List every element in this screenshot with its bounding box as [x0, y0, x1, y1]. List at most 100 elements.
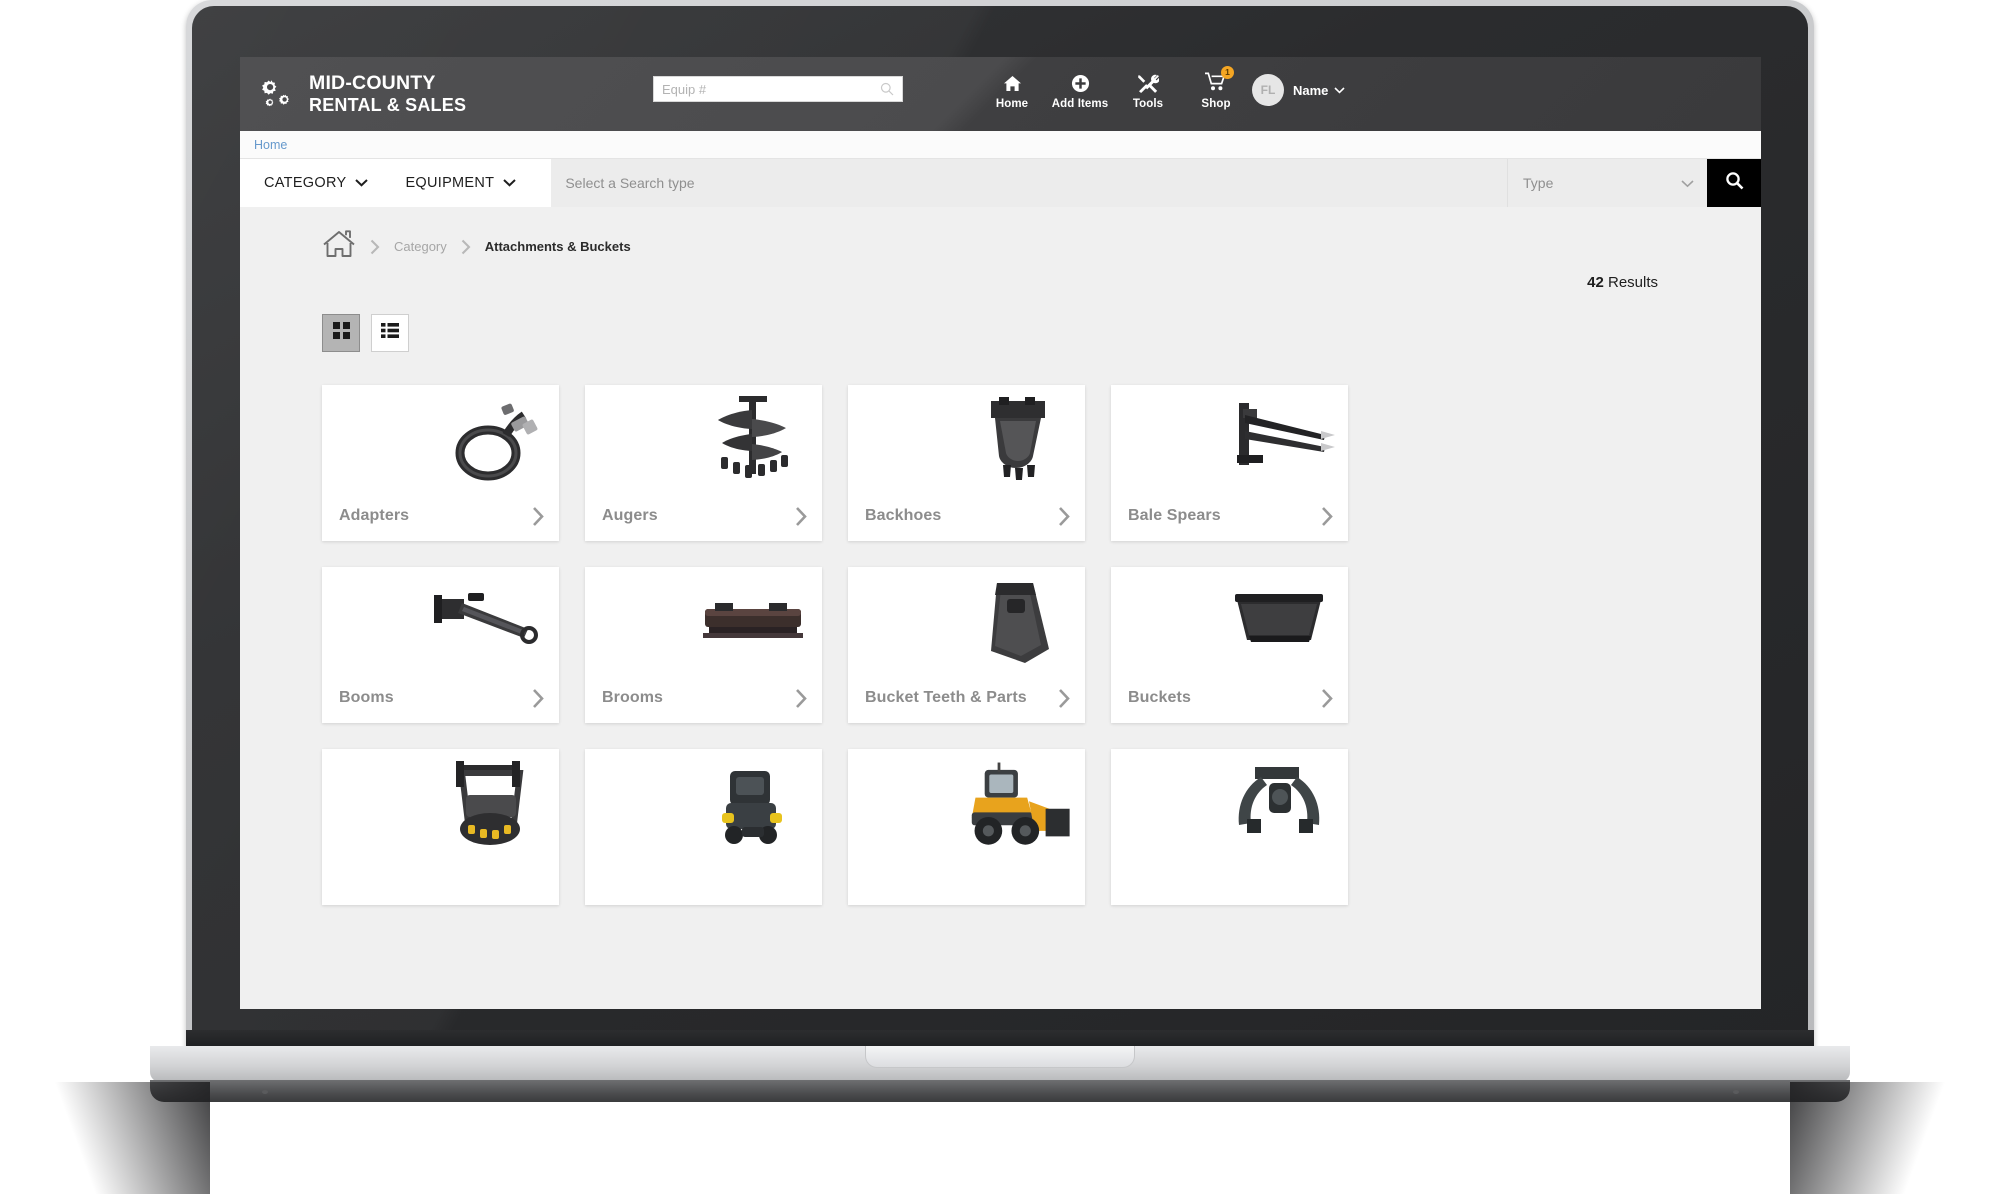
view-toggle-group — [240, 314, 1761, 352]
chevron-right-icon — [532, 506, 545, 527]
chevron-right-icon — [461, 239, 471, 255]
cart-badge: 1 — [1221, 66, 1234, 79]
chevron-right-icon — [1058, 688, 1071, 709]
brand-name-line2: RENTAL & SALES — [309, 95, 466, 115]
results-count-number: 42 — [1587, 274, 1604, 291]
card-label: Augers — [602, 507, 658, 525]
search-submit-button[interactable] — [1707, 159, 1761, 207]
equip-search-box[interactable] — [653, 76, 903, 102]
category-card[interactable] — [322, 749, 559, 905]
chevron-down-icon — [503, 175, 516, 191]
chevron-right-icon — [1058, 506, 1071, 527]
nav-item-home[interactable]: Home — [978, 67, 1046, 112]
search-toolbar: CATEGORY EQUIPMENT Type — [240, 159, 1761, 207]
results-bar: 42 Results — [240, 264, 1761, 310]
home-icon — [978, 73, 1046, 94]
backhoe-bucket-image — [957, 391, 1077, 491]
category-card[interactable] — [585, 749, 822, 905]
home-breadcrumb-link[interactable]: Home — [254, 138, 287, 152]
results-count: 42 Results — [1587, 274, 1658, 291]
nav-item-add-items[interactable]: Add Items — [1046, 67, 1114, 112]
search-type-select[interactable]: Type — [1507, 159, 1707, 207]
results-count-label: Results — [1604, 274, 1658, 291]
nav-label-tools: Tools — [1133, 98, 1163, 110]
category-card[interactable]: Brooms — [585, 567, 822, 723]
equip-search-input[interactable] — [654, 77, 880, 101]
search-type-value: Type — [1523, 175, 1553, 191]
grid-view-button[interactable] — [322, 314, 360, 352]
card-label: Backhoes — [865, 507, 941, 525]
user-name: Name — [1293, 83, 1328, 98]
bucket-tooth-image — [957, 573, 1077, 673]
chevron-right-icon — [795, 506, 808, 527]
category-card-grid: Adapters — [240, 352, 1761, 905]
site-header: MID-COUNTY RENTAL & SALES — [240, 57, 1761, 131]
equipment-dropdown-label: EQUIPMENT — [405, 175, 494, 191]
search-icon — [1725, 171, 1744, 195]
card-label: Bale Spears — [1128, 507, 1221, 525]
laptop-open-notch — [865, 1046, 1135, 1068]
laptop-screw — [262, 1090, 268, 1094]
wheel-loader-image — [957, 755, 1077, 855]
category-card[interactable] — [1111, 749, 1348, 905]
category-card[interactable]: Adapters — [322, 385, 559, 541]
card-label: Bucket Teeth & Parts — [865, 689, 1027, 707]
nav-item-shop[interactable]: 1 Shop — [1182, 67, 1250, 112]
list-view-button[interactable] — [371, 314, 409, 352]
card-label: Brooms — [602, 689, 663, 707]
desk-shadow-right — [1790, 1082, 2000, 1194]
main-search-field[interactable] — [551, 159, 1507, 207]
screenshot-stage: MID-COUNTY RENTAL & SALES — [0, 0, 2000, 1199]
category-card[interactable]: Augers — [585, 385, 822, 541]
main-search-input[interactable] — [551, 175, 1507, 191]
mulcher-head-image — [431, 755, 551, 855]
list-view-icon — [381, 323, 399, 343]
breadcrumb: Category Attachments & Buckets — [240, 207, 1761, 264]
chevron-down-icon — [1334, 81, 1345, 99]
grapple-attachment-image — [1220, 755, 1340, 855]
house-icon[interactable] — [322, 229, 356, 264]
chevron-right-icon — [370, 239, 380, 255]
cart-icon: 1 — [1182, 73, 1250, 94]
equipment-dropdown[interactable]: EQUIPMENT — [383, 159, 531, 207]
nav-label-shop: Shop — [1201, 98, 1230, 110]
breadcrumb-item-category[interactable]: Category — [394, 239, 447, 254]
browser-viewport: MID-COUNTY RENTAL & SALES — [240, 57, 1761, 1009]
nav-item-tools[interactable]: Tools — [1114, 67, 1182, 112]
desk-shadow-left — [0, 1082, 210, 1194]
chevron-right-icon — [795, 688, 808, 709]
nav-label-add-items: Add Items — [1052, 98, 1109, 110]
bale-spear-image — [1220, 391, 1340, 491]
nav-label-home: Home — [996, 98, 1028, 110]
category-card[interactable]: Bale Spears — [1111, 385, 1348, 541]
category-card[interactable]: Booms — [322, 567, 559, 723]
grid-view-icon — [333, 322, 350, 344]
laptop-screw — [1733, 1090, 1739, 1094]
gears-icon — [258, 77, 296, 111]
card-label: Adapters — [339, 507, 409, 525]
auger-bit-image — [694, 391, 814, 491]
laptop-foot — [150, 1080, 1850, 1102]
category-card[interactable]: Backhoes — [848, 385, 1085, 541]
card-label: Buckets — [1128, 689, 1191, 707]
chevron-right-icon — [1321, 506, 1334, 527]
user-menu[interactable]: FL Name — [1252, 74, 1345, 106]
header-nav: Home Add Items — [978, 67, 1250, 112]
category-dropdown[interactable]: CATEGORY — [240, 159, 383, 207]
broom-attachment-image — [694, 573, 814, 673]
chevron-right-icon — [1321, 688, 1334, 709]
category-card[interactable]: Bucket Teeth & Parts — [848, 567, 1085, 723]
brand-logo[interactable]: MID-COUNTY RENTAL & SALES — [258, 73, 466, 115]
avatar: FL — [1252, 74, 1284, 106]
category-card[interactable] — [848, 749, 1085, 905]
plus-circle-icon — [1046, 73, 1114, 94]
bucket-image — [1220, 573, 1340, 673]
search-icon — [880, 82, 894, 96]
chevron-down-icon — [1681, 175, 1694, 191]
brand-name-line1: MID-COUNTY — [309, 73, 466, 95]
category-dropdown-label: CATEGORY — [264, 175, 346, 191]
boom-attachment-image — [431, 573, 551, 673]
page-content: Category Attachments & Buckets 42 Result… — [240, 207, 1761, 1009]
category-card[interactable]: Buckets — [1111, 567, 1348, 723]
chevron-down-icon — [355, 175, 368, 191]
